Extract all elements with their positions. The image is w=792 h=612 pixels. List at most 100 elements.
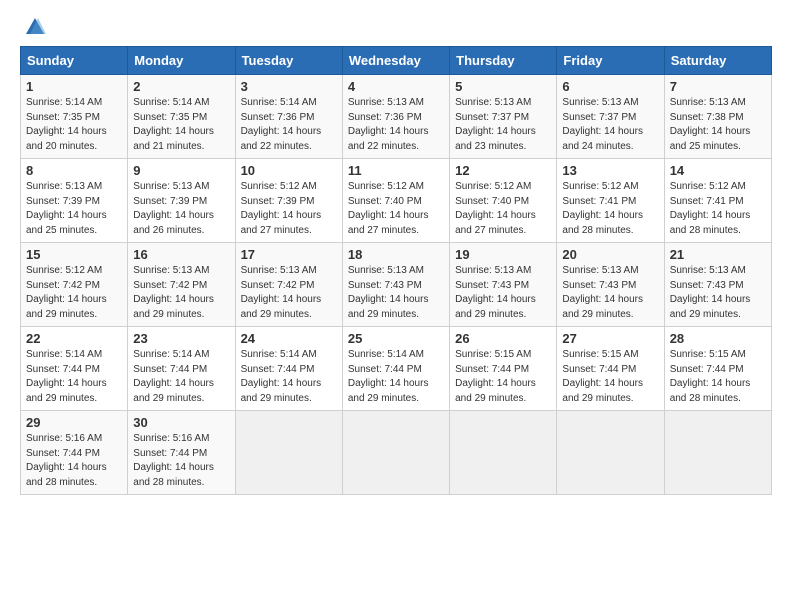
day-info: Sunrise: 5:14 AMSunset: 7:44 PMDaylight:… — [26, 348, 122, 406]
logo — [20, 16, 48, 38]
day-info: Sunrise: 5:15 AMSunset: 7:44 PMDaylight:… — [562, 348, 658, 406]
col-header-wednesday: Wednesday — [342, 47, 449, 75]
calendar-cell: 9 Sunrise: 5:13 AMSunset: 7:39 PMDaylight… — [128, 159, 235, 243]
logo-icon — [24, 16, 46, 38]
header — [20, 16, 772, 38]
day-number: 8 — [26, 163, 122, 178]
logo-text — [20, 16, 48, 38]
calendar-cell: 24 Sunrise: 5:14 AMSunset: 7:44 PMDayligh… — [235, 327, 342, 411]
day-info: Sunrise: 5:14 AMSunset: 7:44 PMDaylight:… — [133, 348, 229, 406]
day-info: Sunrise: 5:14 AMSunset: 7:35 PMDaylight:… — [26, 96, 122, 154]
calendar-cell: 19 Sunrise: 5:13 AMSunset: 7:43 PMDayligh… — [450, 243, 557, 327]
day-number: 4 — [348, 79, 444, 94]
day-info: Sunrise: 5:13 AMSunset: 7:43 PMDaylight:… — [455, 264, 551, 322]
calendar-week-row: 29 Sunrise: 5:16 AMSunset: 7:44 PMDayligh… — [21, 411, 772, 495]
calendar-cell: 27Sunrise: 5:15 AMSunset: 7:44 PMDayligh… — [557, 327, 664, 411]
day-number: 29 — [26, 415, 122, 430]
day-info: Sunrise: 5:13 AMSunset: 7:39 PMDaylight:… — [26, 180, 122, 238]
day-info: Sunrise: 5:12 AMSunset: 7:40 PMDaylight:… — [455, 180, 551, 238]
day-info: Sunrise: 5:12 AMSunset: 7:40 PMDaylight:… — [348, 180, 444, 238]
calendar-week-row: 22Sunrise: 5:14 AMSunset: 7:44 PMDayligh… — [21, 327, 772, 411]
col-header-saturday: Saturday — [664, 47, 771, 75]
calendar-cell: 6 Sunrise: 5:13 AMSunset: 7:37 PMDaylight… — [557, 75, 664, 159]
calendar-cell: 7 Sunrise: 5:13 AMSunset: 7:38 PMDaylight… — [664, 75, 771, 159]
day-info: Sunrise: 5:13 AMSunset: 7:42 PMDaylight:… — [133, 264, 229, 322]
day-info: Sunrise: 5:13 AMSunset: 7:37 PMDaylight:… — [562, 96, 658, 154]
day-number: 16 — [133, 247, 229, 262]
calendar-cell: 18 Sunrise: 5:13 AMSunset: 7:43 PMDayligh… — [342, 243, 449, 327]
day-info: Sunrise: 5:14 AMSunset: 7:35 PMDaylight:… — [133, 96, 229, 154]
calendar-cell: 8 Sunrise: 5:13 AMSunset: 7:39 PMDaylight… — [21, 159, 128, 243]
calendar-header-row: SundayMondayTuesdayWednesdayThursdayFrid… — [21, 47, 772, 75]
col-header-tuesday: Tuesday — [235, 47, 342, 75]
day-number: 19 — [455, 247, 551, 262]
col-header-thursday: Thursday — [450, 47, 557, 75]
day-number: 9 — [133, 163, 229, 178]
day-info: Sunrise: 5:15 AMSunset: 7:44 PMDaylight:… — [455, 348, 551, 406]
day-info: Sunrise: 5:13 AMSunset: 7:38 PMDaylight:… — [670, 96, 766, 154]
day-number: 26 — [455, 331, 551, 346]
calendar-cell: 4 Sunrise: 5:13 AMSunset: 7:36 PMDaylight… — [342, 75, 449, 159]
day-number: 21 — [670, 247, 766, 262]
calendar-cell: 11Sunrise: 5:12 AMSunset: 7:40 PMDayligh… — [342, 159, 449, 243]
calendar-cell — [342, 411, 449, 495]
day-number: 3 — [241, 79, 337, 94]
day-number: 5 — [455, 79, 551, 94]
calendar-cell: 1 Sunrise: 5:14 AMSunset: 7:35 PMDaylight… — [21, 75, 128, 159]
calendar-cell: 2 Sunrise: 5:14 AMSunset: 7:35 PMDaylight… — [128, 75, 235, 159]
day-number: 7 — [670, 79, 766, 94]
day-number: 10 — [241, 163, 337, 178]
day-info: Sunrise: 5:14 AMSunset: 7:44 PMDaylight:… — [241, 348, 337, 406]
day-number: 13 — [562, 163, 658, 178]
day-info: Sunrise: 5:12 AMSunset: 7:41 PMDaylight:… — [670, 180, 766, 238]
day-number: 25 — [348, 331, 444, 346]
day-info: Sunrise: 5:12 AMSunset: 7:39 PMDaylight:… — [241, 180, 337, 238]
calendar-cell: 21 Sunrise: 5:13 AMSunset: 7:43 PMDayligh… — [664, 243, 771, 327]
day-number: 2 — [133, 79, 229, 94]
calendar-cell — [664, 411, 771, 495]
calendar-cell — [235, 411, 342, 495]
day-number: 15 — [26, 247, 122, 262]
day-number: 18 — [348, 247, 444, 262]
day-number: 6 — [562, 79, 658, 94]
day-number: 1 — [26, 79, 122, 94]
day-info: Sunrise: 5:14 AMSunset: 7:44 PMDaylight:… — [348, 348, 444, 406]
day-number: 12 — [455, 163, 551, 178]
day-info: Sunrise: 5:16 AMSunset: 7:44 PMDaylight:… — [133, 432, 229, 490]
col-header-sunday: Sunday — [21, 47, 128, 75]
day-info: Sunrise: 5:16 AMSunset: 7:44 PMDaylight:… — [26, 432, 122, 490]
day-info: Sunrise: 5:13 AMSunset: 7:37 PMDaylight:… — [455, 96, 551, 154]
calendar-cell: 10 Sunrise: 5:12 AMSunset: 7:39 PMDayligh… — [235, 159, 342, 243]
calendar-week-row: 8 Sunrise: 5:13 AMSunset: 7:39 PMDaylight… — [21, 159, 772, 243]
page: SundayMondayTuesdayWednesdayThursdayFrid… — [0, 0, 792, 612]
day-number: 30 — [133, 415, 229, 430]
day-info: Sunrise: 5:13 AMSunset: 7:43 PMDaylight:… — [670, 264, 766, 322]
calendar-cell: 26 Sunrise: 5:15 AMSunset: 7:44 PMDayligh… — [450, 327, 557, 411]
calendar-cell: 17Sunrise: 5:13 AMSunset: 7:42 PMDayligh… — [235, 243, 342, 327]
calendar-cell: 29 Sunrise: 5:16 AMSunset: 7:44 PMDayligh… — [21, 411, 128, 495]
day-info: Sunrise: 5:13 AMSunset: 7:43 PMDaylight:… — [562, 264, 658, 322]
col-header-monday: Monday — [128, 47, 235, 75]
calendar-cell: 15 Sunrise: 5:12 AMSunset: 7:42 PMDayligh… — [21, 243, 128, 327]
calendar-cell: 13 Sunrise: 5:12 AMSunset: 7:41 PMDayligh… — [557, 159, 664, 243]
calendar-cell: 14 Sunrise: 5:12 AMSunset: 7:41 PMDayligh… — [664, 159, 771, 243]
calendar-cell: 30 Sunrise: 5:16 AMSunset: 7:44 PMDayligh… — [128, 411, 235, 495]
day-number: 28 — [670, 331, 766, 346]
calendar-cell: 28 Sunrise: 5:15 AMSunset: 7:44 PMDayligh… — [664, 327, 771, 411]
day-info: Sunrise: 5:13 AMSunset: 7:43 PMDaylight:… — [348, 264, 444, 322]
day-number: 24 — [241, 331, 337, 346]
calendar-cell: 22Sunrise: 5:14 AMSunset: 7:44 PMDayligh… — [21, 327, 128, 411]
day-info: Sunrise: 5:13 AMSunset: 7:39 PMDaylight:… — [133, 180, 229, 238]
col-header-friday: Friday — [557, 47, 664, 75]
day-info: Sunrise: 5:14 AMSunset: 7:36 PMDaylight:… — [241, 96, 337, 154]
day-info: Sunrise: 5:13 AMSunset: 7:42 PMDaylight:… — [241, 264, 337, 322]
calendar-cell: 16 Sunrise: 5:13 AMSunset: 7:42 PMDayligh… — [128, 243, 235, 327]
day-info: Sunrise: 5:15 AMSunset: 7:44 PMDaylight:… — [670, 348, 766, 406]
day-info: Sunrise: 5:12 AMSunset: 7:41 PMDaylight:… — [562, 180, 658, 238]
calendar-cell — [450, 411, 557, 495]
day-info: Sunrise: 5:12 AMSunset: 7:42 PMDaylight:… — [26, 264, 122, 322]
calendar-week-row: 15 Sunrise: 5:12 AMSunset: 7:42 PMDayligh… — [21, 243, 772, 327]
day-info: Sunrise: 5:13 AMSunset: 7:36 PMDaylight:… — [348, 96, 444, 154]
day-number: 14 — [670, 163, 766, 178]
calendar-cell: 20Sunrise: 5:13 AMSunset: 7:43 PMDayligh… — [557, 243, 664, 327]
